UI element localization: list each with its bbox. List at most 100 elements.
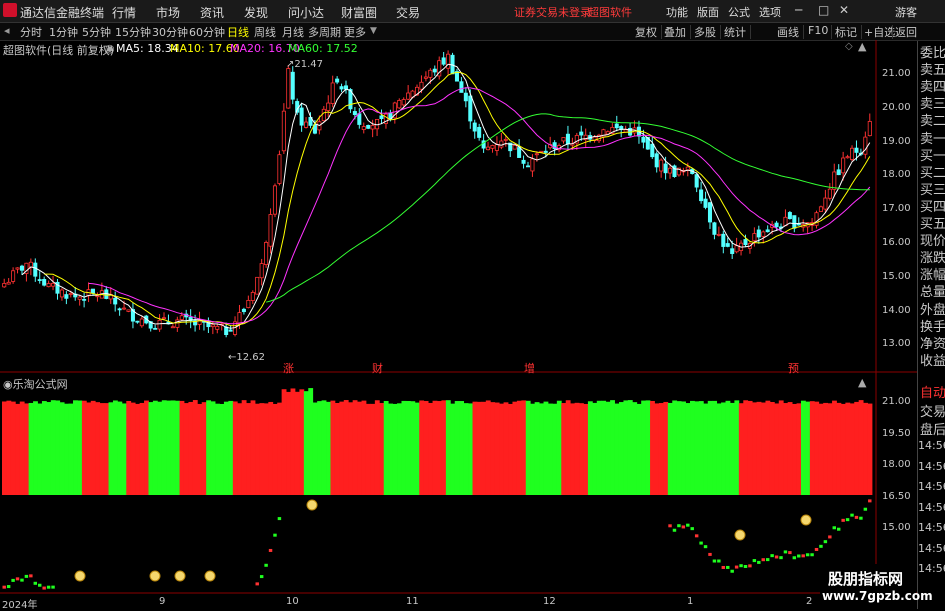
period-tab-60min[interactable]: 60分钟 [189, 24, 225, 40]
candle-body [468, 95, 473, 122]
event-marker-zeng[interactable]: 增 [524, 360, 535, 376]
candle-body [716, 233, 721, 236]
close-icon[interactable]: ✕ [839, 3, 849, 17]
period-tab-fenshi[interactable]: 分时 [20, 24, 42, 40]
indicator-bar [818, 403, 824, 495]
menu-ask[interactable]: 问小达 [288, 4, 324, 21]
guest-label[interactable]: 游客 [895, 4, 917, 20]
menu-news[interactable]: 资讯 [200, 4, 224, 21]
period-tab-monthly[interactable]: 月线 [282, 24, 304, 40]
maximize-icon[interactable]: □ [818, 3, 829, 17]
candle-body [330, 82, 335, 104]
indicator-bar [516, 400, 522, 495]
mini-candle [734, 565, 739, 569]
indicator-bar [627, 400, 633, 495]
draw-line-button[interactable]: 画线 [777, 24, 799, 40]
candle-body [565, 133, 570, 144]
indicator-bar [636, 403, 642, 495]
candle-body [854, 147, 859, 153]
quote-field-label: 买三 [920, 182, 945, 198]
period-tab-daily[interactable]: 日线 [227, 24, 249, 40]
indicator-bar [459, 401, 465, 495]
period-tab-15min[interactable]: 15分钟 [115, 24, 151, 40]
mini-candle [726, 565, 730, 569]
mark-button[interactable]: 标记 [835, 24, 857, 40]
indicator-bar [206, 400, 212, 495]
indicator-bar [698, 401, 704, 495]
indicator-bar [41, 401, 47, 495]
date-label: 10 [286, 596, 299, 607]
more-chevron-icon[interactable]: ▼ [370, 26, 377, 36]
toolbar-expand-icon[interactable]: ◂ [4, 24, 10, 37]
menu-discover[interactable]: 发现 [244, 4, 268, 21]
multi-stock-button[interactable]: 多股 [694, 24, 716, 40]
indicator-bar [605, 401, 611, 495]
back-button[interactable]: 返回 [895, 24, 917, 40]
menu-layout[interactable]: 版面 [697, 4, 719, 20]
indicator-bar [690, 400, 695, 495]
period-tab-multi[interactable]: 多周期 [308, 24, 341, 40]
mini-candle [721, 565, 726, 569]
period-tab-30min[interactable]: 30分钟 [152, 24, 188, 40]
indicator-bar [707, 400, 713, 495]
mini-candle [264, 563, 268, 567]
software-name-link[interactable]: 超图软件 [588, 4, 632, 20]
period-tab-weekly[interactable]: 周线 [254, 24, 276, 40]
price-tick-label: 20.00 [882, 101, 911, 113]
indicator-bar [614, 403, 620, 495]
mini-candle [15, 577, 20, 581]
after-hours-tab[interactable]: 盘后 [920, 422, 945, 439]
indicator-title-text: 乐淘公式网 [12, 378, 68, 391]
trade-login-link[interactable]: 证券交易未登录 [514, 4, 591, 20]
overlay-button[interactable]: 叠加 [664, 24, 686, 40]
candle-body [59, 289, 64, 298]
kline-chart[interactable] [0, 40, 917, 600]
auto-toggle[interactable]: 自动 [920, 385, 945, 402]
fuquan-button[interactable]: 复权 [635, 24, 657, 40]
candle-body [503, 138, 508, 141]
event-marker-cai[interactable]: 财 [372, 360, 383, 376]
add-favorite-button[interactable]: +自选 [864, 24, 895, 40]
minimize-icon[interactable]: ─ [795, 3, 802, 17]
indicator-expand-icon[interactable]: ▲ [858, 376, 866, 389]
menu-market[interactable]: 行情 [112, 4, 136, 21]
candle-body [712, 222, 717, 235]
indicator-bar [175, 400, 180, 495]
mini-candle [681, 525, 686, 529]
f10-button[interactable]: F10 [808, 24, 828, 37]
indicator-bar [809, 401, 815, 495]
menu-trade[interactable]: 交易 [396, 4, 420, 21]
mini-candle [828, 535, 832, 539]
indicator-bar [6, 400, 12, 495]
period-tab-5min[interactable]: 5分钟 [82, 24, 111, 40]
menu-options[interactable]: 选项 [759, 4, 781, 20]
candle-body [441, 57, 446, 65]
indicator-bar [321, 400, 327, 495]
indicator-bar [663, 401, 669, 495]
indicator-bar [179, 400, 185, 495]
candle-body [836, 169, 841, 176]
event-marker-yu[interactable]: 预 [788, 360, 799, 376]
indicator-bar [215, 403, 220, 495]
indicator-bar [121, 403, 127, 495]
quote-field-label: 现价 [920, 234, 945, 250]
indicator-bar [170, 400, 176, 495]
menu-exchange[interactable]: 市场 [156, 4, 180, 21]
mini-candle [779, 556, 783, 560]
menu-formula[interactable]: 公式 [728, 4, 750, 20]
trade-tab[interactable]: 交易 [920, 404, 945, 421]
menu-wealth[interactable]: 财富圈 [341, 4, 377, 21]
event-marker-zhang[interactable]: 涨 [283, 360, 294, 376]
period-tab-more[interactable]: 更多 [344, 24, 366, 40]
period-tab-1min[interactable]: 1分钟 [49, 24, 78, 40]
indicator-bar [796, 403, 802, 495]
indicator-bar [556, 400, 562, 495]
indicator-bar [90, 400, 96, 495]
candle-body [818, 206, 823, 212]
mini-candle [788, 551, 792, 555]
menu-function[interactable]: 功能 [666, 4, 688, 20]
candle-body [743, 239, 748, 246]
indicator-bar [579, 403, 584, 495]
statistics-button[interactable]: 统计 [724, 24, 746, 40]
price-tick-label: 16.00 [882, 237, 911, 248]
